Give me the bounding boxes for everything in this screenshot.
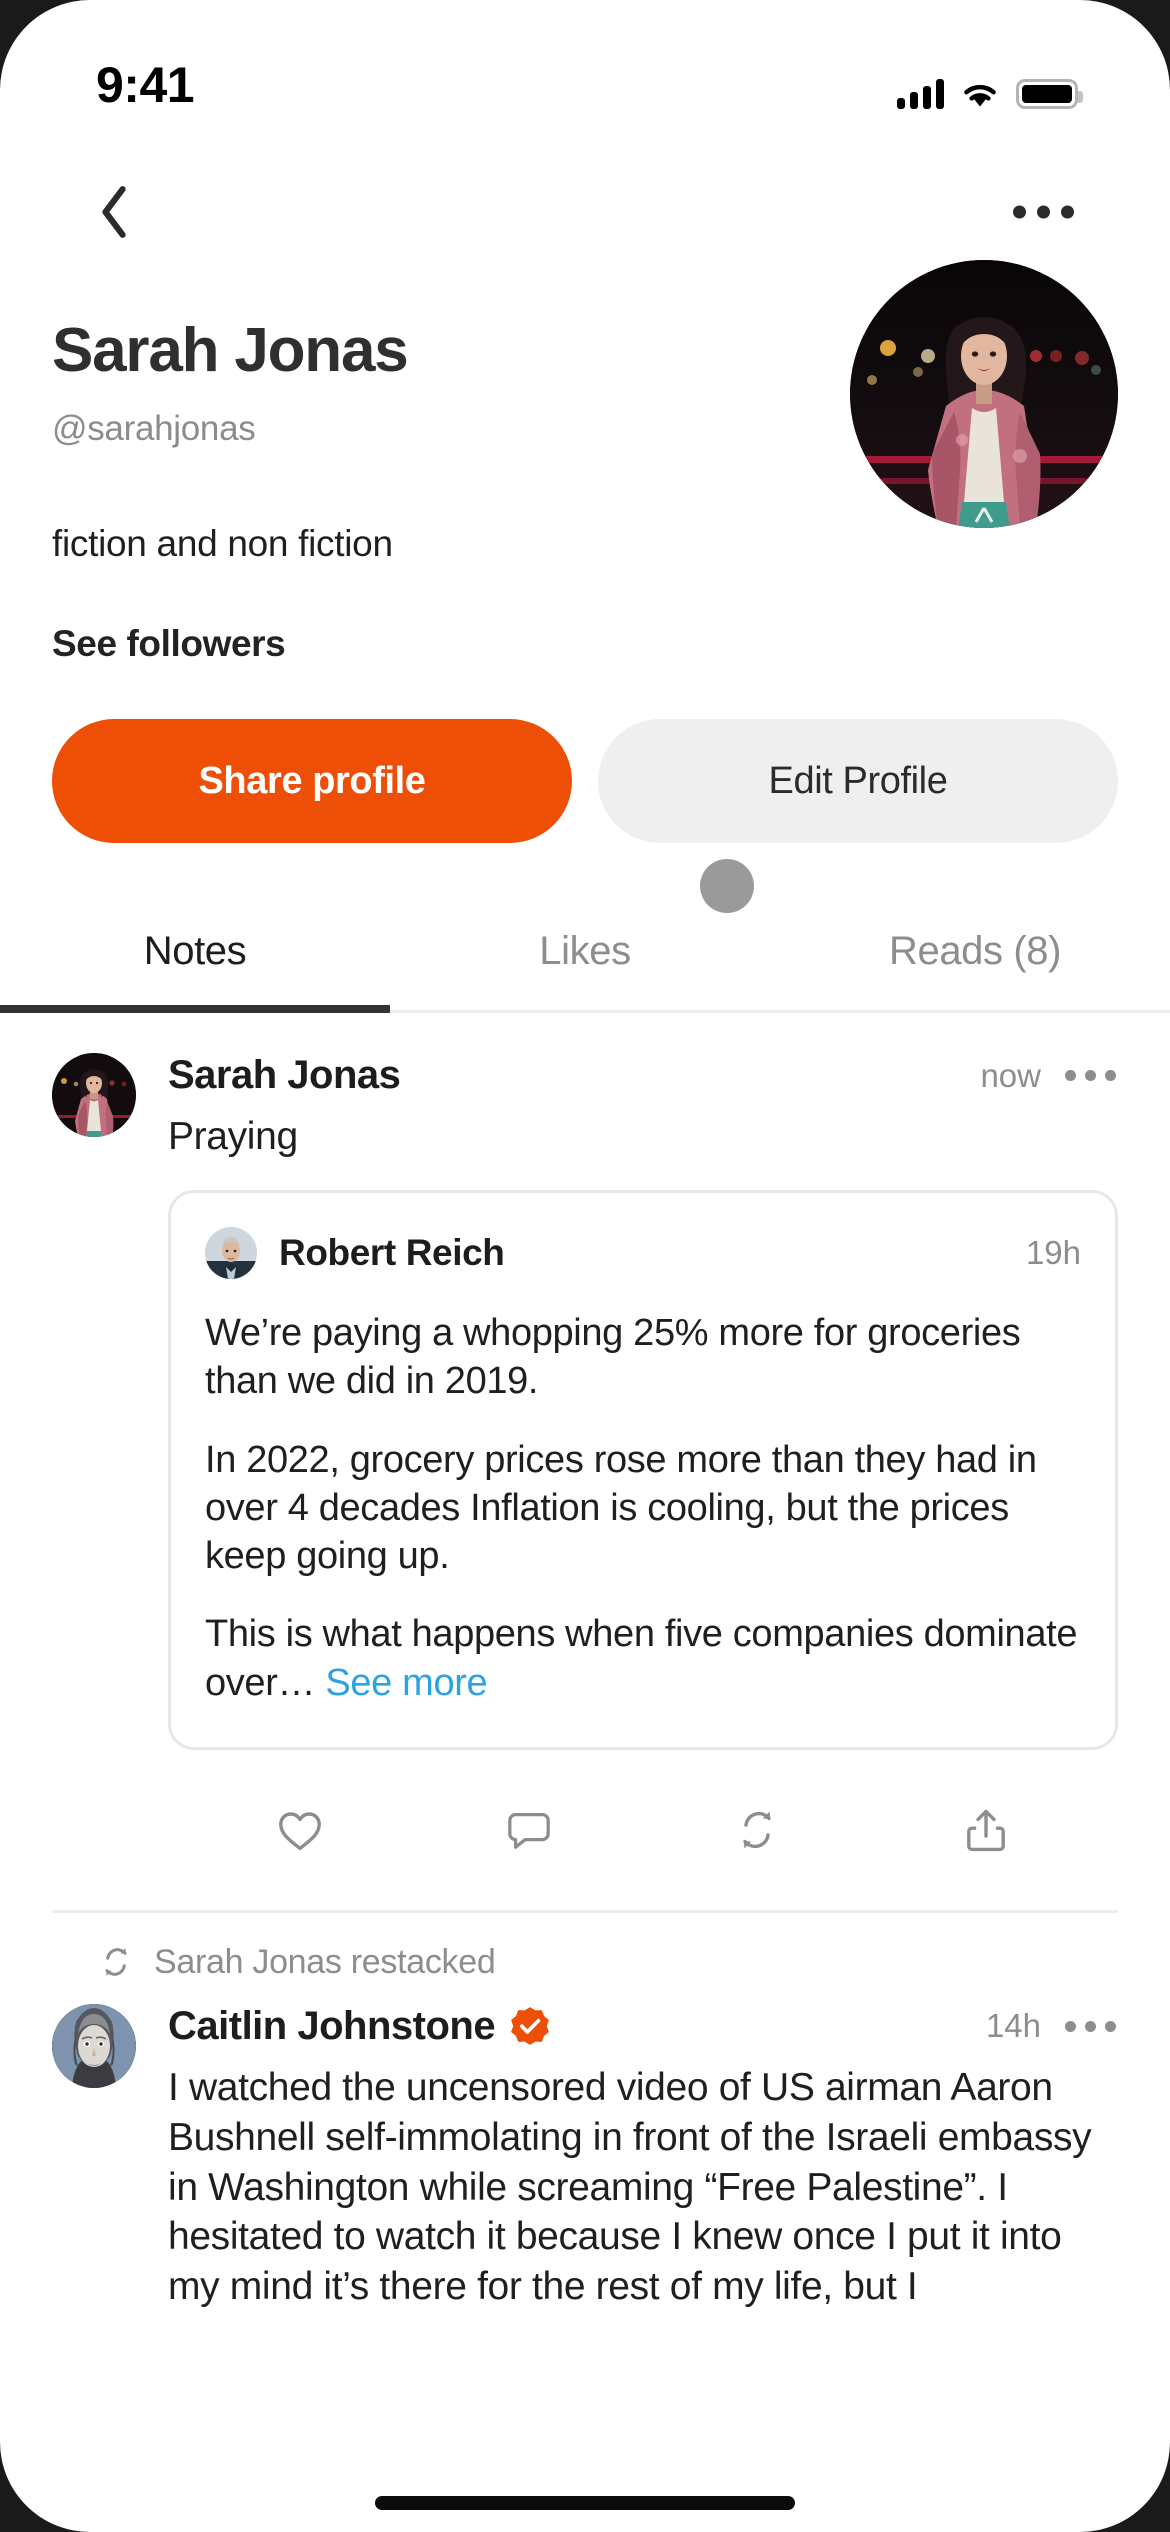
profile-bio: fiction and non fiction (52, 523, 393, 565)
post-timestamp: now (980, 1056, 1041, 1094)
status-bar-time: 9:41 (96, 57, 195, 113)
post-content: Sarah Jonas now Praying Robert Reich 19h… (168, 1053, 1118, 1876)
profile-avatar[interactable] (850, 260, 1118, 528)
post-topline: Sarah Jonas now (168, 1053, 1118, 1098)
back-button[interactable] (96, 177, 152, 247)
post-author-name[interactable]: Sarah Jonas (168, 1053, 401, 1098)
quoted-paragraph-2: In 2022, grocery prices rose more than t… (205, 1438, 1037, 1578)
quoted-author-avatar[interactable] (205, 1227, 257, 1279)
feed-post: Caitlin Johnstone 14h I watched the unce… (0, 1982, 1170, 2313)
wifi-icon (960, 79, 1000, 109)
post-more-button[interactable] (1063, 2013, 1118, 2040)
more-options-button[interactable] (1001, 188, 1086, 237)
feed-post: Sarah Jonas now Praying Robert Reich 19h… (0, 1013, 1170, 1913)
post-content: Caitlin Johnstone 14h I watched the unce… (168, 2004, 1118, 2313)
post-author-name[interactable]: Caitlin Johnstone (168, 2004, 496, 2049)
ellipsis-icon (1013, 205, 1026, 219)
share-icon (966, 1809, 1005, 1851)
status-bar-icons (897, 18, 1083, 170)
quoted-paragraph-1: We’re paying a whopping 25% more for gro… (205, 1312, 1021, 1403)
comment-button[interactable] (415, 1784, 644, 1876)
quoted-post-card[interactable]: Robert Reich 19h We’re paying a whopping… (168, 1190, 1118, 1750)
profile-actions: Share profile Edit Profile (0, 719, 1170, 844)
ellipsis-icon (1065, 2020, 1076, 2032)
restack-banner: Sarah Jonas restacked (0, 1913, 1170, 1982)
post-header: Sarah Jonas now Praying Robert Reich 19h… (52, 1053, 1118, 1876)
tab-likes[interactable]: Likes (390, 913, 780, 1010)
post-text: I watched the uncensored video of US air… (168, 2065, 1092, 2309)
battery-icon (1016, 79, 1083, 109)
post-timestamp: 14h (985, 2007, 1041, 2045)
share-button[interactable] (872, 1784, 1101, 1876)
quoted-post-timestamp: 19h (1025, 1234, 1081, 1271)
tab-notes[interactable]: Notes (0, 913, 390, 1014)
share-profile-button[interactable]: Share profile (52, 719, 572, 844)
verified-badge-icon (509, 2005, 551, 2047)
profile-header: Sarah Jonas @sarahjonas fiction and non … (0, 260, 1170, 913)
post-meta: 14h (986, 2007, 1118, 2045)
quoted-post-header: Robert Reich 19h (205, 1227, 1081, 1279)
heart-icon (279, 1812, 322, 1850)
post-topline: Caitlin Johnstone 14h (168, 2004, 1118, 2049)
post-action-bar (168, 1784, 1118, 1876)
profile-secondary-avatar[interactable] (700, 859, 754, 913)
see-followers-link[interactable]: See followers (52, 623, 1118, 665)
see-more-link[interactable]: See more (325, 1662, 487, 1704)
nav-bar (0, 152, 1170, 272)
post-more-button[interactable] (1063, 1062, 1118, 1089)
restack-icon (743, 1811, 771, 1849)
post-meta: now (980, 1057, 1118, 1095)
quoted-author-name[interactable]: Robert Reich (279, 1232, 505, 1274)
avatar[interactable] (52, 2003, 136, 2088)
restack-icon (105, 1948, 127, 1977)
avatar[interactable] (52, 1053, 136, 1138)
comment-icon (507, 1812, 550, 1849)
phone-screen: 9:41 Sarah Jonas @sarahjonas fiction and… (0, 0, 1170, 2532)
tab-reads[interactable]: Reads (8) (780, 913, 1170, 1010)
post-divider (52, 1909, 1118, 1913)
ellipsis-icon (1065, 1070, 1076, 1082)
like-button[interactable] (186, 1784, 415, 1876)
home-indicator (375, 2496, 795, 2510)
post-text: Praying (168, 1115, 298, 1159)
restack-button[interactable] (643, 1784, 872, 1876)
restack-banner-text: Sarah Jonas restacked (154, 1942, 496, 1981)
chevron-left-icon (102, 186, 126, 238)
post-header: Caitlin Johnstone 14h I watched the unce… (52, 2003, 1118, 2313)
edit-profile-button[interactable]: Edit Profile (598, 719, 1118, 844)
profile-tabs: Notes Likes Reads (8) (0, 913, 1170, 1014)
quoted-paragraph-3: This is what happens when five companies… (205, 1610, 1081, 1707)
signal-icon (897, 79, 944, 109)
status-bar: 9:41 (0, 0, 1170, 152)
